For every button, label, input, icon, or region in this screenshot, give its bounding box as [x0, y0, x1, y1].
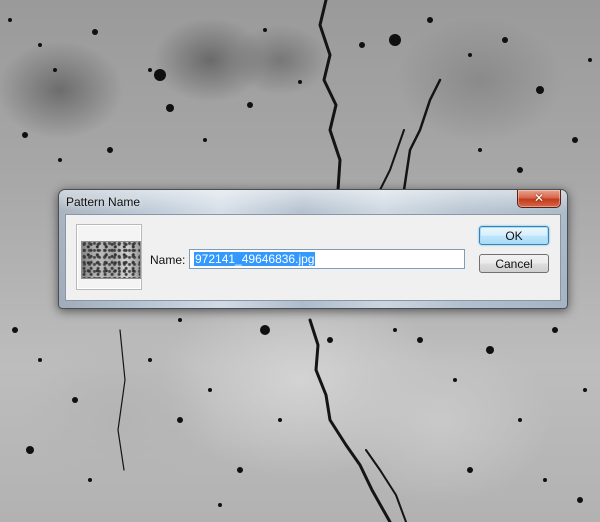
dialog-client-area: Name: 972141_49646836.jpg OK Cancel: [65, 214, 561, 301]
dialog-titlebar[interactable]: Pattern Name ✕: [59, 190, 567, 214]
cancel-button[interactable]: Cancel: [479, 254, 549, 273]
name-input-selected-text: 972141_49646836.jpg: [194, 252, 316, 266]
ok-button[interactable]: OK: [479, 226, 549, 245]
concrete-texture-canvas: Pattern Name ✕ Name: 972141_49646836.jpg…: [0, 0, 600, 522]
name-label: Name:: [150, 253, 186, 267]
pattern-preview: [76, 224, 142, 290]
pattern-thumbnail-image: [81, 241, 141, 279]
close-icon: ✕: [533, 191, 545, 205]
dialog-title: Pattern Name: [66, 195, 141, 209]
close-button[interactable]: ✕: [517, 190, 561, 208]
pattern-name-dialog: Pattern Name ✕ Name: 972141_49646836.jpg…: [58, 189, 568, 309]
pattern-name-input[interactable]: 972141_49646836.jpg: [189, 249, 465, 269]
